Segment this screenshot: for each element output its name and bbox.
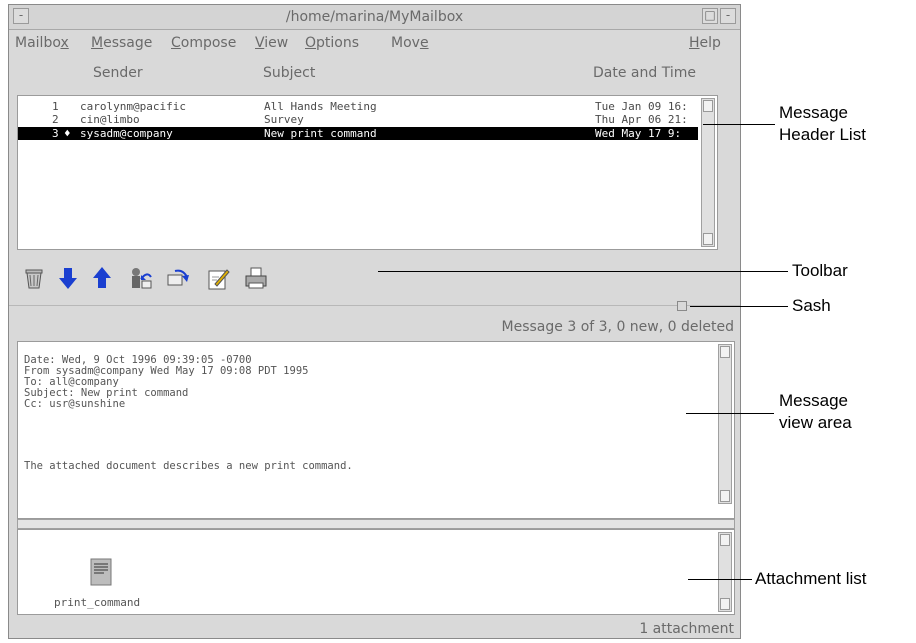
message-number: 1 bbox=[52, 100, 59, 113]
callout-view-area: Message view area bbox=[779, 390, 852, 434]
callout-header-list: Message Header List bbox=[779, 102, 866, 146]
scroll-up-arrow[interactable] bbox=[720, 346, 730, 358]
column-header-date[interactable]: Date and Time bbox=[593, 65, 696, 81]
menu-compose[interactable]: Compose bbox=[171, 35, 236, 51]
callout-line-header-list bbox=[703, 124, 775, 125]
menu-options[interactable]: Options bbox=[305, 35, 359, 51]
menu-help[interactable]: Help bbox=[689, 35, 721, 51]
mailbox-window: - /home/marina/MyMailbox □ - Mailbox Mes… bbox=[8, 4, 741, 639]
view-vertical-scrollbar[interactable] bbox=[718, 344, 732, 504]
document-icon[interactable] bbox=[90, 558, 112, 586]
attachment-scrollbar[interactable] bbox=[718, 532, 732, 612]
message-row[interactable]: 2 cin@limbo Survey Thu Apr 06 21: bbox=[18, 113, 698, 126]
attachment-list[interactable]: print_command bbox=[17, 529, 735, 615]
scroll-up-arrow[interactable] bbox=[703, 100, 713, 112]
view-horizontal-scrollbar[interactable] bbox=[17, 519, 735, 529]
callout-line-sash bbox=[690, 306, 788, 307]
message-view-area[interactable]: Date: Wed, 9 Oct 1996 09:39:05 -0700 Fro… bbox=[17, 341, 735, 519]
window-title: /home/marina/MyMailbox bbox=[285, 9, 464, 25]
sash-handle[interactable] bbox=[677, 301, 687, 311]
message-date: Wed May 17 9: bbox=[595, 127, 682, 140]
trash-icon[interactable] bbox=[19, 263, 49, 293]
print-icon[interactable] bbox=[241, 263, 271, 293]
message-status-text: Message 3 of 3, 0 new, 0 deleted bbox=[501, 319, 734, 335]
callout-line-view-area bbox=[686, 413, 774, 414]
next-message-icon[interactable] bbox=[53, 263, 83, 293]
message-date: Tue Jan 09 16: bbox=[595, 100, 688, 113]
message-row-selected[interactable]: 3 ♦ sysadm@company New print command Wed… bbox=[18, 127, 698, 140]
menu-view[interactable]: View bbox=[255, 35, 288, 51]
title-bar[interactable]: - /home/marina/MyMailbox □ - bbox=[9, 5, 740, 30]
message-sender: cin@limbo bbox=[80, 113, 140, 126]
message-number: 3 bbox=[52, 127, 59, 140]
callout-text: Message bbox=[779, 391, 848, 410]
callout-toolbar: Toolbar bbox=[792, 261, 848, 280]
sash-divider bbox=[9, 305, 740, 306]
compose-icon[interactable] bbox=[203, 263, 233, 293]
forward-icon[interactable] bbox=[163, 263, 193, 293]
scroll-up-arrow[interactable] bbox=[720, 534, 730, 546]
menu-message[interactable]: Message bbox=[91, 35, 152, 51]
menu-mailbox[interactable]: Mailbox bbox=[15, 35, 69, 51]
message-row[interactable]: 1 carolynm@pacific All Hands Meeting Tue… bbox=[18, 100, 698, 113]
callout-text: Header List bbox=[779, 125, 866, 144]
callout-text: view area bbox=[779, 413, 852, 432]
message-subject: New print command bbox=[264, 127, 377, 140]
callout-line-attachment bbox=[688, 579, 752, 580]
message-flag: ♦ bbox=[64, 127, 71, 140]
scroll-down-arrow[interactable] bbox=[720, 490, 730, 502]
attachment-count-status: 1 attachment bbox=[639, 621, 734, 637]
menu-move[interactable]: Move bbox=[391, 35, 429, 51]
maximize-button[interactable]: □ bbox=[702, 8, 718, 24]
attachment-name[interactable]: print_command bbox=[54, 596, 140, 609]
callout-text: Message bbox=[779, 103, 848, 122]
callout-attachment: Attachment list bbox=[755, 569, 867, 588]
column-header-sender[interactable]: Sender bbox=[93, 65, 143, 81]
view-line: The attached document describes a new pr… bbox=[24, 460, 353, 472]
minimize-button[interactable]: - bbox=[720, 8, 736, 24]
message-date: Thu Apr 06 21: bbox=[595, 113, 688, 126]
column-header-subject[interactable]: Subject bbox=[263, 65, 315, 81]
message-subject: Survey bbox=[264, 113, 304, 126]
callout-sash: Sash bbox=[792, 296, 831, 315]
message-sender: sysadm@company bbox=[80, 127, 173, 140]
callout-line-toolbar bbox=[378, 271, 788, 272]
message-sender: carolynm@pacific bbox=[80, 100, 186, 113]
view-line: Cc: usr@sunshine bbox=[24, 398, 126, 410]
scroll-down-arrow[interactable] bbox=[720, 598, 730, 610]
message-header-list[interactable]: 1 carolynm@pacific All Hands Meeting Tue… bbox=[17, 95, 718, 250]
message-subject: All Hands Meeting bbox=[264, 100, 377, 113]
reply-icon[interactable] bbox=[125, 263, 155, 293]
scroll-down-arrow[interactable] bbox=[703, 233, 713, 245]
header-list-scrollbar[interactable] bbox=[701, 98, 715, 247]
menu-bar: Mailbox Message Compose View Options Mov… bbox=[9, 30, 740, 56]
previous-message-icon[interactable] bbox=[87, 263, 117, 293]
message-number: 2 bbox=[52, 113, 59, 126]
